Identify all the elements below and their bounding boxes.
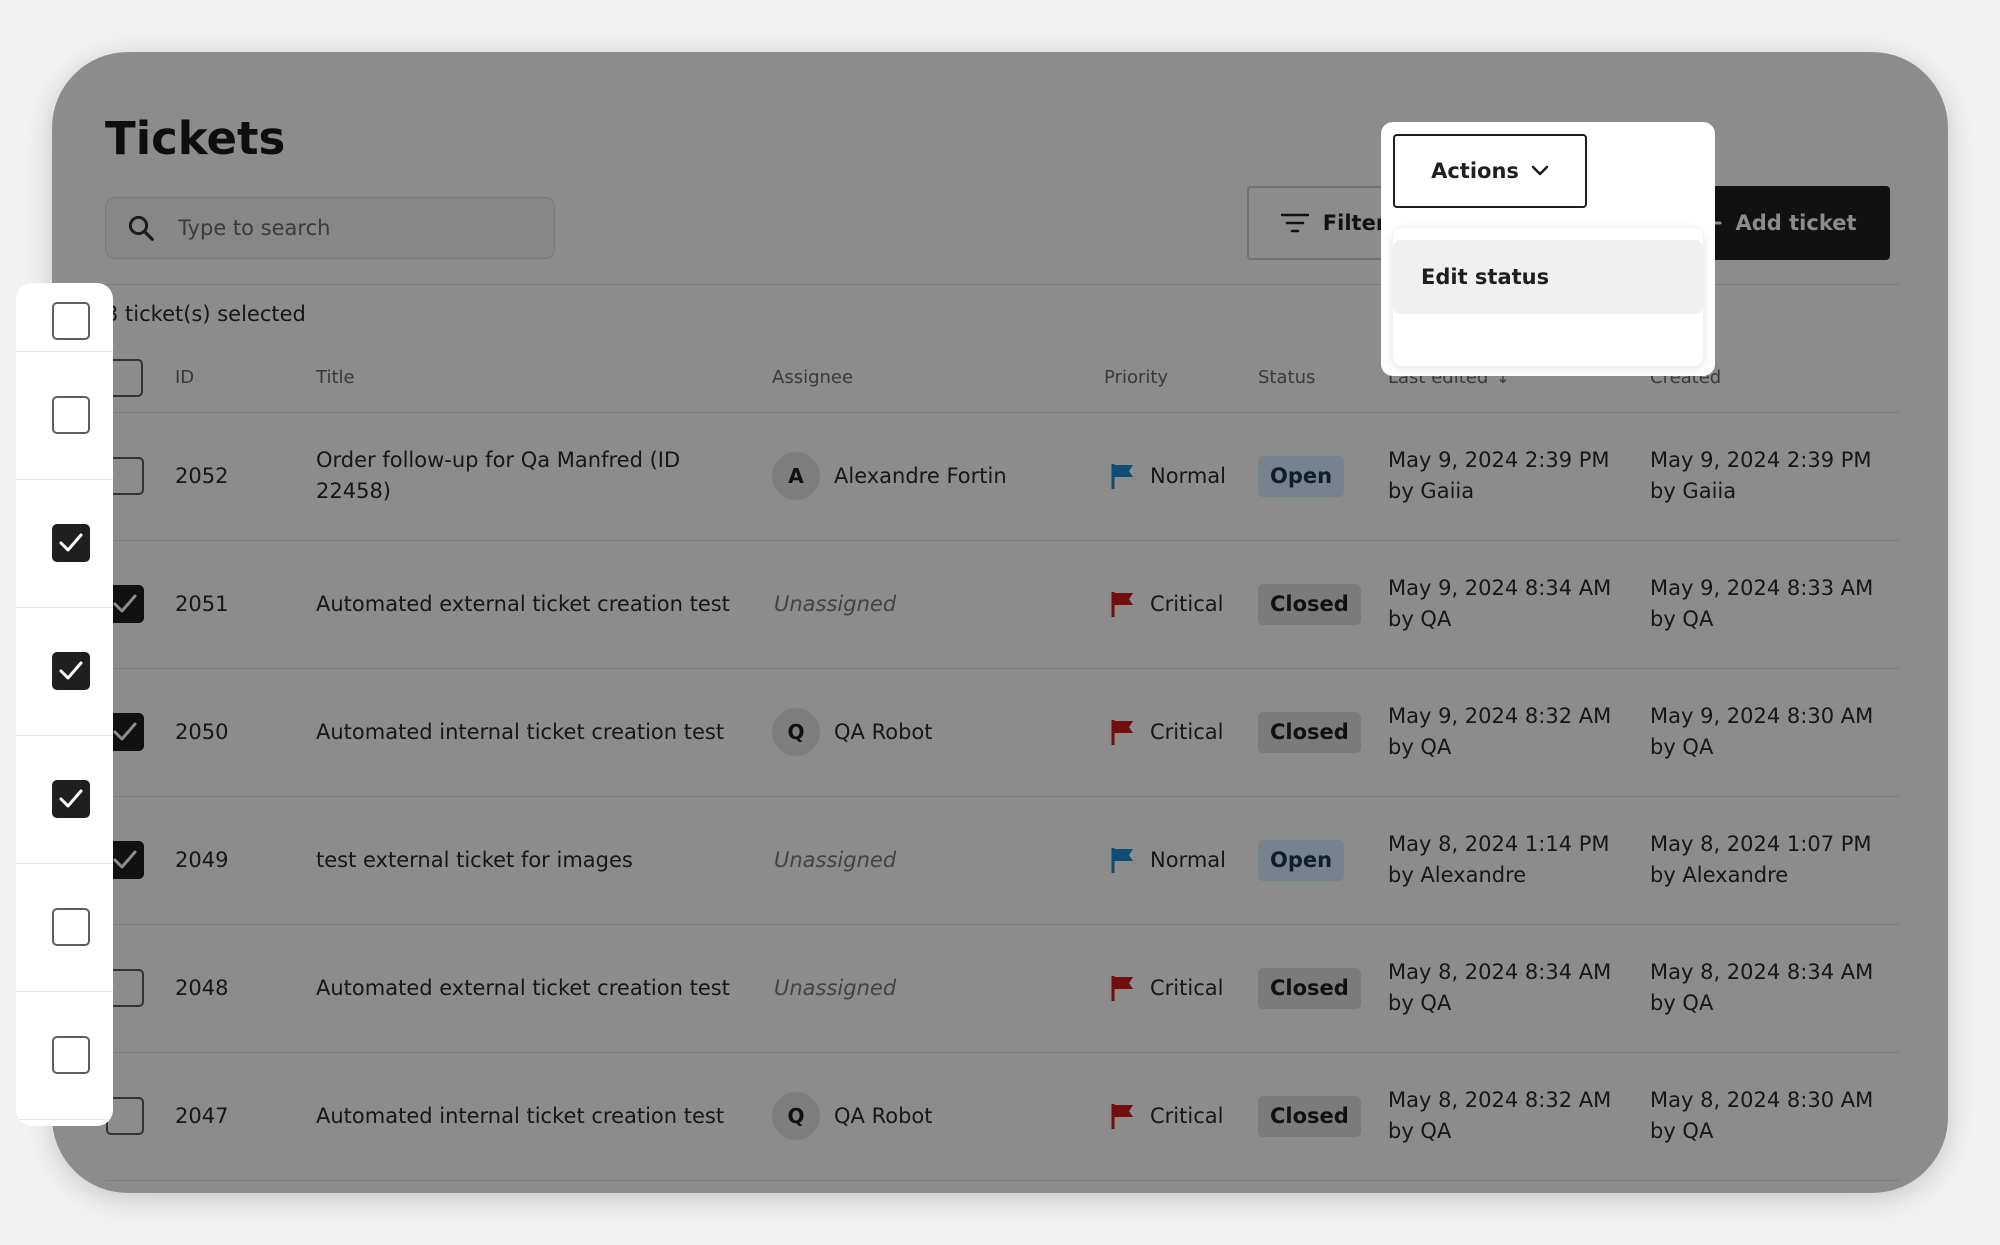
checkbox-column-highlight [16, 283, 113, 1126]
actions-button-label: Actions [1431, 159, 1519, 183]
check-icon [59, 533, 83, 552]
strip-divider [16, 1119, 113, 1120]
row-checkbox-highlight[interactable] [52, 908, 90, 946]
check-icon [59, 661, 83, 680]
row-checkbox-highlight[interactable] [52, 652, 90, 690]
row-checkbox-highlight[interactable] [52, 396, 90, 434]
check-icon [59, 789, 83, 808]
strip-divider [16, 735, 113, 736]
strip-divider [16, 351, 113, 352]
strip-divider [16, 607, 113, 608]
row-checkbox-highlight[interactable] [52, 780, 90, 818]
actions-menu: Edit status [1393, 228, 1703, 366]
chevron-down-icon [1531, 165, 1549, 176]
actions-dropdown-trigger[interactable]: Actions [1393, 134, 1587, 208]
strip-divider [16, 991, 113, 992]
strip-divider [16, 863, 113, 864]
actions-button[interactable]: Actions [1393, 134, 1587, 208]
strip-divider [16, 479, 113, 480]
menu-item-edit-status[interactable]: Edit status [1393, 240, 1703, 314]
select-all-checkbox-highlight[interactable] [52, 302, 90, 340]
row-checkbox-highlight[interactable] [52, 1036, 90, 1074]
row-checkbox-highlight[interactable] [52, 524, 90, 562]
